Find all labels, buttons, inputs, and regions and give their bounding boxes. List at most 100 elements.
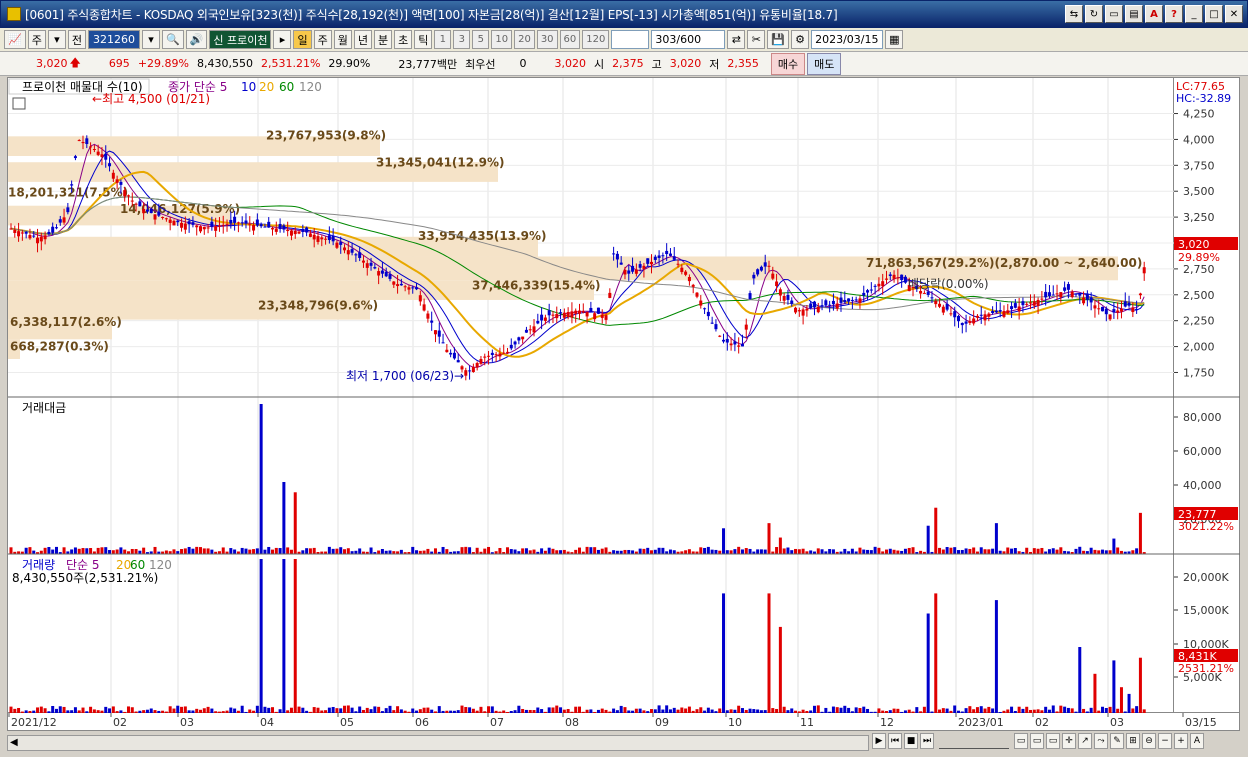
candle-body (1032, 301, 1036, 306)
font-icon[interactable]: A (1145, 5, 1163, 23)
chart-scrollbar[interactable]: ◀ (7, 735, 869, 751)
candle-body (210, 221, 214, 227)
calendar-icon[interactable]: ▦ (885, 30, 904, 49)
help-icon[interactable]: ? (1165, 5, 1183, 23)
low-note: 최저 1,700 (06/23)→ (346, 369, 464, 383)
tool-arrow-icon[interactable]: ⇄ (727, 30, 746, 49)
amount-bar (949, 547, 953, 554)
y-tick-label: 20,000K (1183, 571, 1229, 584)
stop-icon[interactable]: ■ (904, 733, 918, 749)
layout-3-icon[interactable]: ▭ (1046, 733, 1060, 749)
market-select[interactable]: 주 (27, 30, 46, 49)
amount-bar (1101, 549, 1105, 554)
cross-icon[interactable]: ✛ (1062, 733, 1076, 749)
close-button[interactable]: ✕ (1225, 5, 1243, 23)
candle-body (449, 352, 453, 355)
layout-2-icon[interactable]: ▭ (1030, 733, 1044, 749)
table-icon[interactable] (12, 97, 26, 110)
chart-type-icon[interactable]: 📈 (4, 30, 26, 49)
draw-tool-icon[interactable]: ✎ (1110, 733, 1124, 749)
skip-start-icon[interactable]: ⏮ (888, 733, 902, 749)
amount-bar (244, 548, 248, 554)
period-year[interactable]: 년 (353, 30, 372, 49)
y-axis: LC:77.65 HC:-32.89 4,250 4,000 3,750 3,500 3… (1174, 77, 1240, 713)
zoom-slider[interactable] (939, 733, 1009, 749)
period-month[interactable]: 월 (333, 30, 352, 49)
maximize-button[interactable]: □ (1205, 5, 1223, 23)
y-tick-label: 2,750 (1183, 263, 1215, 276)
interval-120[interactable]: 120 (582, 30, 610, 49)
candle-body (316, 236, 320, 242)
window-icon[interactable]: ▭ (1105, 5, 1123, 23)
candle-body (661, 255, 665, 257)
buy-button[interactable]: 매수 (770, 52, 806, 75)
link-icon[interactable]: ⇆ (1065, 5, 1083, 23)
font-size-icon[interactable]: A (1190, 733, 1204, 749)
volume-ma-20: 20 (116, 558, 131, 572)
candle-body (1010, 306, 1014, 310)
minus-icon[interactable]: − (1158, 733, 1172, 749)
dropdown-arrow-icon[interactable]: ▾ (47, 30, 66, 49)
period-second[interactable]: 초 (394, 30, 413, 49)
save-screen-icon[interactable]: ▤ (1125, 5, 1143, 23)
candle-body (695, 292, 699, 297)
nav-arrow-icon[interactable]: ▸ (273, 30, 292, 49)
candle-body (327, 235, 331, 241)
zoom-out-icon[interactable]: ⊖ (1142, 733, 1156, 749)
settings-gear-icon[interactable]: ⚙ (791, 30, 810, 49)
candle-body (593, 313, 597, 320)
date-input[interactable]: 2023/03/15 (811, 30, 884, 49)
candle-body (9, 228, 13, 230)
amount-bar (957, 550, 960, 554)
interval-30[interactable]: 30 (536, 30, 558, 49)
count-input[interactable]: 303/600 (651, 30, 726, 49)
plus-icon[interactable]: + (1174, 733, 1188, 749)
grid-tool-icon[interactable]: ⊞ (1126, 733, 1140, 749)
period-day[interactable]: 일 (293, 30, 312, 49)
search-icon[interactable]: 🔍 (161, 30, 184, 49)
x-tick-label: 12 (880, 716, 894, 729)
interval-5[interactable]: 5 (472, 30, 490, 49)
interval-60[interactable]: 60 (559, 30, 581, 49)
cross-arrow-icon[interactable]: ↗ (1078, 733, 1092, 749)
candle-body (737, 345, 741, 347)
sell-button[interactable]: 매도 (807, 52, 842, 75)
profile-label: 23,348,796(9.6%) (258, 298, 378, 312)
period-tick[interactable]: 틱 (414, 30, 433, 49)
stock-code-input[interactable]: 321260 (87, 30, 140, 49)
period-week[interactable]: 주 (313, 30, 332, 49)
minimize-button[interactable]: _ (1185, 5, 1203, 23)
interval-input[interactable] (611, 30, 650, 49)
chart-tool-icon[interactable]: ⤳ (1094, 733, 1108, 749)
code-dropdown-icon[interactable]: ▾ (141, 30, 160, 49)
amount-bar (108, 550, 112, 554)
interval-1[interactable]: 1 (434, 30, 452, 49)
volume-panel-title: 거래량 (22, 558, 55, 572)
prev-button[interactable]: 전 (67, 30, 86, 49)
tool-scissors-icon[interactable]: ✂ (747, 30, 766, 49)
disk-icon[interactable]: 💾 (767, 30, 790, 49)
candle-body (794, 307, 798, 313)
window-title: [0601] 주식종합차트 - KOSDAQ 외국인보유[323(천)] 주식수… (25, 7, 838, 22)
interval-20[interactable]: 20 (514, 30, 535, 49)
period-minute[interactable]: 분 (373, 30, 393, 49)
amount-bar (286, 547, 290, 554)
chart-area[interactable]: 23,767,953(9.8%) 31,345,041(12.9%) 14,046,… (7, 77, 1175, 714)
y-tick-label: 3,250 (1183, 211, 1215, 224)
amount-bar (1040, 547, 1044, 554)
candle-body (623, 269, 627, 275)
candle-body (282, 225, 286, 230)
candle-body (47, 231, 51, 235)
candle-body (1074, 293, 1078, 295)
scroll-left-icon[interactable]: ◀ (10, 737, 18, 748)
refresh-icon[interactable]: ↻ (1085, 5, 1103, 23)
layout-1-icon[interactable]: ▭ (1014, 733, 1028, 749)
current-pct-label: 29.89% (1178, 251, 1220, 264)
speaker-icon[interactable]: 🔊 (185, 30, 208, 49)
skip-end-icon[interactable]: ⏭ (920, 733, 934, 749)
play-icon[interactable]: ▶ (872, 733, 886, 749)
interval-10[interactable]: 10 (491, 30, 513, 49)
amount-bar (229, 548, 233, 554)
volume-bar (1127, 693, 1131, 714)
interval-3[interactable]: 3 (453, 30, 471, 49)
